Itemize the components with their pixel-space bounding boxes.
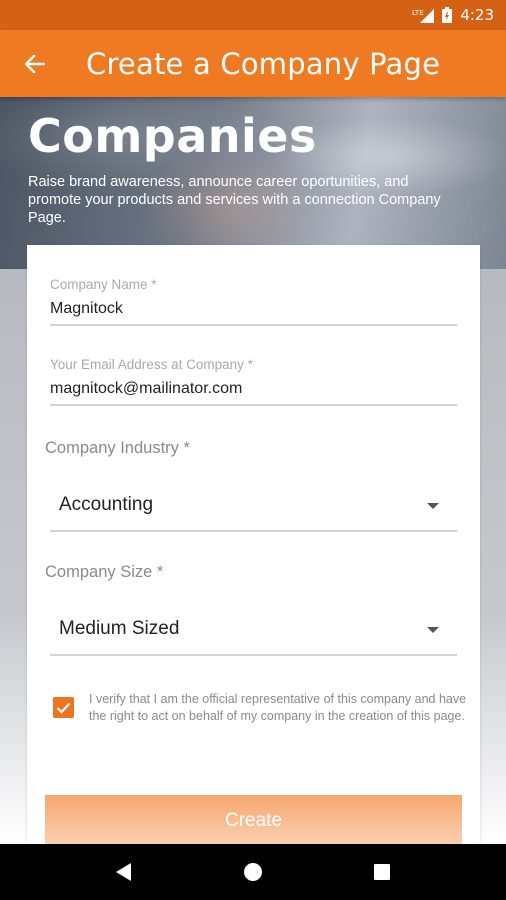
status-bar: LTE 4:23 <box>0 0 506 30</box>
verify-text: I verify that I am the official represen… <box>89 692 467 723</box>
size-label: Company Size * <box>45 563 164 581</box>
company-form-card: Company Name * Magnitock Your Email Addr… <box>27 245 480 845</box>
create-button[interactable]: Create <box>45 795 462 847</box>
app-bar: Create a Company Page <box>0 30 506 97</box>
size-dropdown[interactable]: Medium Sized <box>50 598 457 656</box>
company-name-input[interactable]: Magnitock <box>50 300 457 326</box>
company-name-field[interactable]: Company Name * Magnitock <box>50 277 457 326</box>
nav-recents-button[interactable] <box>362 852 402 892</box>
email-field[interactable]: Your Email Address at Company * magnitoc… <box>50 357 457 406</box>
arrow-left-icon <box>25 54 45 73</box>
navigation-bar <box>0 844 506 900</box>
status-time: 4:23 <box>460 6 494 24</box>
industry-label: Company Industry * <box>45 439 190 457</box>
company-name-label: Company Name * <box>50 277 157 292</box>
email-label: Your Email Address at Company * <box>50 357 253 372</box>
check-icon <box>56 702 71 714</box>
verify-checkbox[interactable] <box>53 697 74 718</box>
dropdown-arrow-icon <box>427 503 439 509</box>
industry-dropdown[interactable]: Accounting <box>50 474 457 532</box>
industry-selected: Accounting <box>59 494 154 515</box>
back-triangle-icon <box>116 863 132 881</box>
back-button[interactable] <box>0 30 70 97</box>
dropdown-arrow-icon <box>427 627 439 633</box>
recents-square-icon <box>373 864 390 880</box>
home-circle-icon <box>243 863 262 881</box>
page-title: Create a Company Page <box>86 46 441 81</box>
hero-heading: Companies <box>28 109 317 163</box>
email-input[interactable]: magnitock@mailinator.com <box>50 380 457 406</box>
hero-description: Raise brand awareness, announce career o… <box>28 174 441 226</box>
signal-icon: LTE <box>412 7 435 23</box>
network-label: LTE <box>412 9 424 17</box>
nav-back-button[interactable] <box>104 852 144 892</box>
hero-banner: Companies Raise brand awareness, announc… <box>0 97 506 269</box>
nav-home-button[interactable] <box>233 852 273 892</box>
size-selected: Medium Sized <box>59 618 180 639</box>
battery-icon <box>442 7 453 23</box>
